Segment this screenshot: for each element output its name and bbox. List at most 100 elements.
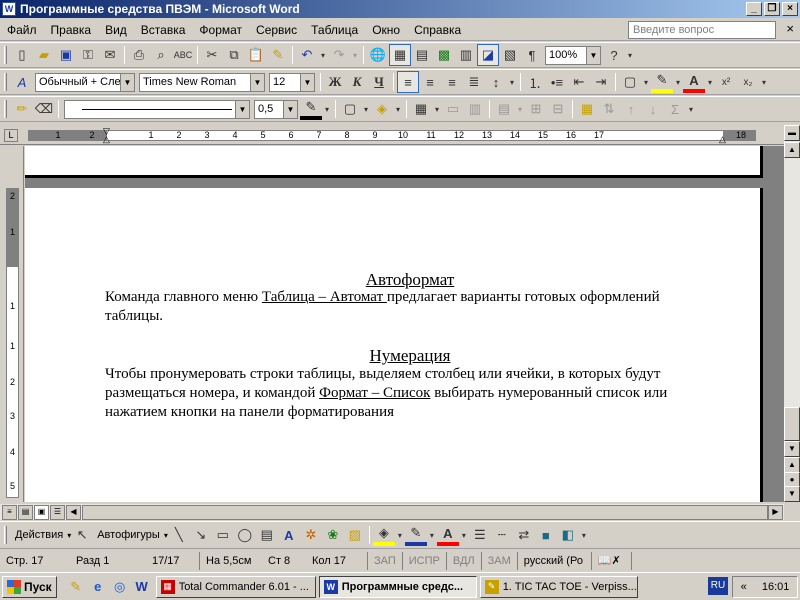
menu-file[interactable]: Файл bbox=[0, 21, 44, 39]
new-doc-icon[interactable]: ▯ bbox=[11, 44, 33, 66]
highlight-dropdown-icon[interactable]: ▾ bbox=[673, 71, 683, 93]
undo-icon[interactable]: ↶ bbox=[296, 44, 318, 66]
title-bar[interactable]: W Программные средства ПВЭМ - Microsoft … bbox=[0, 0, 800, 18]
picture-icon[interactable]: ▨ bbox=[344, 524, 366, 546]
task-tic-tac-toe[interactable]: ✎ 1. TIC TAC TOE - Verpiss... bbox=[479, 575, 638, 598]
toolbar-grip[interactable] bbox=[4, 73, 7, 91]
autosum-icon[interactable]: Σ bbox=[664, 98, 686, 120]
menu-window[interactable]: Окно bbox=[365, 21, 407, 39]
line-color-icon[interactable]: ✎ bbox=[404, 524, 427, 546]
menu-tools[interactable]: Сервис bbox=[249, 21, 304, 39]
chevron-down-icon[interactable]: ▼ bbox=[250, 73, 264, 91]
help-icon[interactable]: ? bbox=[603, 44, 625, 66]
superscript-icon[interactable]: x² bbox=[715, 71, 737, 93]
outline-view-button[interactable]: ☰ bbox=[50, 505, 65, 520]
tables-borders-icon[interactable]: ▦ bbox=[389, 44, 411, 66]
left-indent-marker[interactable]: △ bbox=[103, 134, 110, 145]
table-autoformat-icon[interactable]: ▦ bbox=[576, 98, 598, 120]
outlook-icon[interactable]: ◎ bbox=[109, 576, 131, 598]
print-layout-button[interactable]: ▣ bbox=[34, 505, 49, 520]
bold-button[interactable]: Ж bbox=[324, 71, 346, 93]
line-weight-select[interactable]: 0,5 ▼ bbox=[254, 99, 298, 119]
columns-icon[interactable]: ▥ bbox=[455, 44, 477, 66]
increase-indent-icon[interactable]: ⇥ bbox=[590, 71, 612, 93]
align-cell-dropdown-icon[interactable]: ▾ bbox=[515, 98, 525, 120]
toolbar-options-icon[interactable]: ▾ bbox=[686, 98, 696, 120]
quicklaunch-icon[interactable]: ✎ bbox=[65, 576, 87, 598]
doc-close-icon[interactable]: × bbox=[786, 21, 794, 36]
redo-icon[interactable]: ↷ bbox=[328, 44, 350, 66]
chevron-down-icon[interactable]: ▼ bbox=[300, 73, 314, 91]
font-color-dropdown-icon[interactable]: ▾ bbox=[459, 524, 469, 546]
document-page[interactable]: Автоформат Команда главного меню Таблица… bbox=[25, 188, 763, 502]
scroll-right-button[interactable]: ▶ bbox=[768, 505, 783, 520]
help-question-input[interactable]: Введите вопрос bbox=[628, 21, 776, 39]
arrow-icon[interactable]: ↘ bbox=[190, 524, 212, 546]
menu-format[interactable]: Формат bbox=[192, 21, 249, 39]
scroll-down-button[interactable]: ▼ bbox=[784, 441, 800, 457]
merge-cells-icon[interactable]: ▭ bbox=[442, 98, 464, 120]
minimize-button[interactable]: _ bbox=[746, 2, 762, 16]
word-quicklaunch-icon[interactable]: W bbox=[131, 576, 153, 598]
font-color-dropdown-icon[interactable]: ▾ bbox=[705, 71, 715, 93]
save-icon[interactable]: ▣ bbox=[55, 44, 77, 66]
outside-border-dropdown-icon[interactable]: ▾ bbox=[361, 98, 371, 120]
fill-color-icon[interactable]: ◈ bbox=[372, 524, 395, 546]
toolbar-grip[interactable] bbox=[4, 526, 7, 544]
right-indent-marker[interactable]: △ bbox=[719, 134, 726, 145]
borders-dropdown-icon[interactable]: ▾ bbox=[641, 71, 651, 93]
menu-help[interactable]: Справка bbox=[407, 21, 468, 39]
paste-icon[interactable]: 📋 bbox=[245, 44, 267, 66]
status-language[interactable]: русский (Ро bbox=[518, 552, 592, 570]
border-color-icon[interactable]: ✎ bbox=[300, 98, 322, 120]
select-objects-icon[interactable]: ↖ bbox=[71, 524, 93, 546]
font-color-icon[interactable]: A bbox=[683, 71, 705, 93]
eraser-icon[interactable]: ⌫ bbox=[33, 98, 55, 120]
print-icon[interactable]: ⎙ bbox=[128, 44, 150, 66]
scroll-left-button[interactable]: ◀ bbox=[66, 505, 81, 520]
word-app-icon[interactable]: W bbox=[2, 2, 16, 16]
rectangle-icon[interactable]: ▭ bbox=[212, 524, 234, 546]
outside-border-icon[interactable]: ▢ bbox=[339, 98, 361, 120]
horizontal-scroll-thumb[interactable] bbox=[82, 505, 768, 520]
subscript-icon[interactable]: x₂ bbox=[737, 71, 759, 93]
normal-view-button[interactable]: ≡ bbox=[2, 505, 17, 520]
diagram-icon[interactable]: ✲ bbox=[300, 524, 322, 546]
permission-icon[interactable]: ⚿ bbox=[77, 44, 99, 66]
split-cells-icon[interactable]: ▥ bbox=[464, 98, 486, 120]
wordart-icon[interactable]: A bbox=[278, 524, 300, 546]
shading-dropdown-icon[interactable]: ▾ bbox=[393, 98, 403, 120]
line-icon[interactable]: ╲ bbox=[168, 524, 190, 546]
sort-ascending-icon[interactable]: ↑ bbox=[620, 98, 642, 120]
open-folder-icon[interactable]: ▰ bbox=[33, 44, 55, 66]
close-button[interactable]: × bbox=[782, 2, 798, 16]
vertical-scrollbar[interactable]: ▬ ▲ ▼ ▲ ● ▼ bbox=[784, 125, 800, 502]
horizontal-ruler[interactable]: L 1 2 1 2 3 4 5 6 7 8 9 10 11 12 13 14 1… bbox=[0, 125, 784, 145]
spelling-status-icon[interactable]: 📖✗ bbox=[592, 552, 632, 570]
scroll-thumb[interactable] bbox=[784, 407, 800, 441]
language-indicator[interactable]: RU bbox=[708, 577, 728, 595]
spelling-icon[interactable]: ABC bbox=[172, 44, 194, 66]
autoshapes-menu[interactable]: Автофигуры bbox=[93, 529, 164, 541]
justify-icon[interactable]: ≣ bbox=[463, 71, 485, 93]
horizontal-scrollbar[interactable]: ≡ ▤ ▣ ☰ ◀ ▶ bbox=[0, 503, 784, 520]
oval-icon[interactable]: ◯ bbox=[234, 524, 256, 546]
menu-insert[interactable]: Вставка bbox=[134, 21, 193, 39]
previous-page-button[interactable]: ▲ bbox=[784, 457, 800, 473]
numbering-icon[interactable]: ⒈ bbox=[524, 71, 546, 93]
font-color-icon[interactable]: A bbox=[436, 524, 459, 546]
draw-table-icon[interactable]: ✏ bbox=[11, 98, 33, 120]
clipart-icon[interactable]: ❀ bbox=[322, 524, 344, 546]
line-spacing-icon[interactable]: ↕ bbox=[485, 71, 507, 93]
status-extend[interactable]: ВДЛ bbox=[447, 552, 482, 570]
start-button[interactable]: Пуск bbox=[2, 575, 57, 598]
underline-button[interactable]: Ч bbox=[368, 71, 390, 93]
toolbar-options-icon[interactable]: ▾ bbox=[625, 44, 635, 66]
clock[interactable]: 16:01 bbox=[762, 581, 790, 593]
task-word-document[interactable]: W Программные средс... bbox=[318, 575, 477, 598]
line-spacing-dropdown-icon[interactable]: ▾ bbox=[507, 71, 517, 93]
undo-dropdown-icon[interactable]: ▾ bbox=[318, 44, 328, 66]
align-center-icon[interactable]: ≡ bbox=[419, 71, 441, 93]
copy-icon[interactable]: ⧉ bbox=[223, 44, 245, 66]
chevron-down-icon[interactable]: ▼ bbox=[586, 46, 600, 64]
